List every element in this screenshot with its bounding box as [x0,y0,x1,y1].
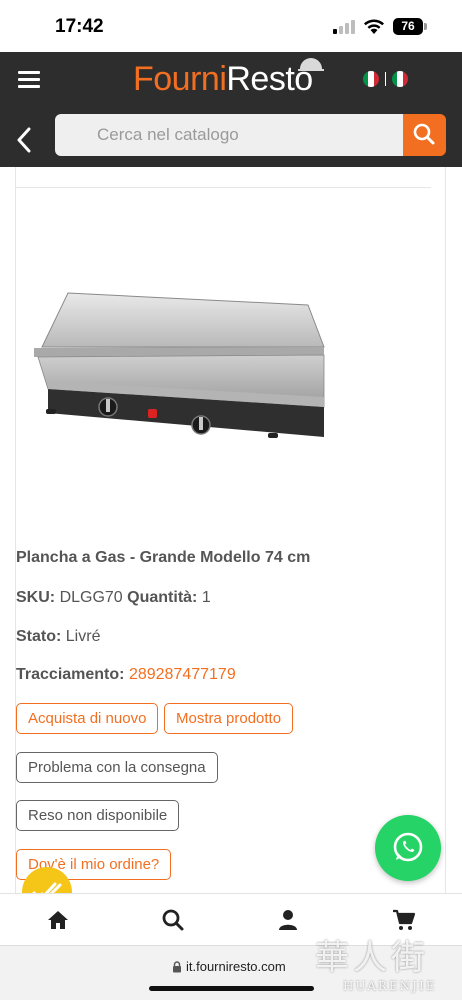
tracking-row: Tracciamento: 289287477179 [16,666,236,684]
italy-flag-icon[interactable] [392,71,408,87]
status-value: Livré [65,628,101,645]
divider [15,187,431,188]
order-item-card [15,167,446,897]
url-text: it.fourniresto.com [186,959,286,974]
search-button[interactable] [403,114,446,156]
language-switcher [363,71,408,87]
site-logo[interactable]: FourniResto [133,60,313,100]
battery-indicator: 76 [393,18,423,35]
battery-tip [424,23,427,30]
browser-url-bar: it.fourniresto.com [0,945,462,1000]
cellular-signal-icon [333,20,355,34]
flag-separator [385,72,386,86]
sku-value: DLGG70 [59,589,123,606]
lock-icon [173,961,181,973]
product-title: Plancha a Gas - Grande Modello 74 cm [16,549,311,566]
status-time: 17:42 [55,16,104,37]
buy-again-button[interactable]: Acquista di nuovo [16,703,159,734]
home-icon[interactable] [46,908,70,932]
italy-flag-icon[interactable] [363,71,379,87]
menu-icon[interactable] [18,71,40,88]
sku-row: SKU: DLGG70 Quantità: 1 [16,589,211,607]
whatsapp-icon [393,832,423,862]
status-row: Stato: Livré [16,628,100,646]
wifi-icon [364,19,384,34]
home-indicator[interactable] [149,986,314,991]
cart-icon[interactable] [392,908,416,932]
delivery-problem-button[interactable]: Problema con la consegna [16,752,218,783]
back-arrow-icon[interactable] [14,125,34,155]
search-input[interactable] [55,114,403,156]
tracking-link[interactable]: 289287477179 [129,666,236,683]
show-product-button[interactable]: Mostra prodotto [164,703,294,734]
whatsapp-button[interactable] [375,815,441,881]
tracking-label: Tracciamento: [16,666,125,683]
product-image[interactable] [28,285,328,465]
status-label: Stato: [16,628,62,645]
bottom-navigation [0,893,462,945]
url-display[interactable]: it.fourniresto.com [172,959,286,974]
return-unavailable-button[interactable]: Reso non disponibile [16,800,180,831]
cloche-icon [298,58,324,71]
status-bar: 17:42 76 [0,0,462,52]
sku-label: SKU: [16,589,56,606]
logo-part-1: Fourni [133,60,227,98]
user-icon[interactable] [276,908,300,932]
quantity-label: Quantità: [127,589,198,606]
search-icon [413,123,435,145]
search-icon[interactable] [161,908,185,932]
quantity-value: 1 [201,589,211,606]
site-header: FourniResto [0,52,462,167]
